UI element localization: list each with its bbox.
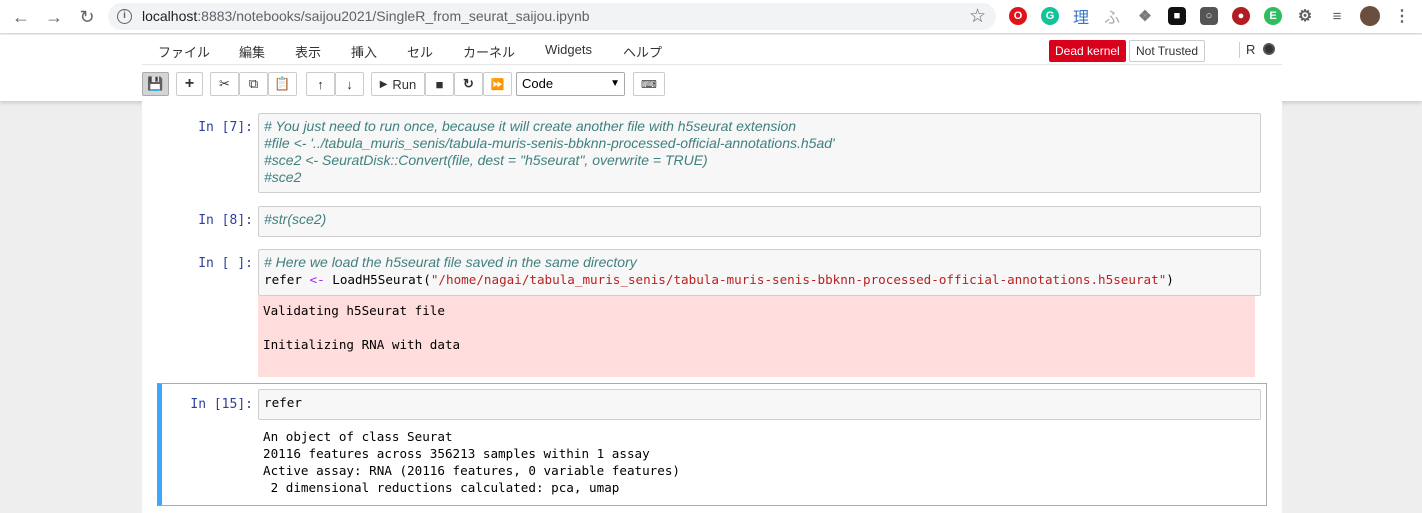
cell-type-select[interactable]: Code ▼ xyxy=(516,72,625,96)
keyboard-icon[interactable]: ⌨ xyxy=(633,72,665,96)
cut-icon[interactable]: ✂ xyxy=(210,72,239,96)
menubar: ファイル 編集 表示 挿入 セル カーネル Widgets ヘルプ Dead k… xyxy=(142,35,1282,65)
kernel-name: R xyxy=(1239,42,1255,58)
move-down-icon[interactable]: ↓ xyxy=(335,72,364,96)
code-line: # You just need to run once, because it … xyxy=(264,118,797,134)
code-line: # Here we load the h5seurat file saved i… xyxy=(264,254,637,270)
code-editor[interactable]: # Here we load the h5seurat file saved i… xyxy=(258,249,1261,296)
stderr-output: Validating h5Seurat file Initializing RNA… xyxy=(258,296,1255,377)
menu-cell[interactable]: セル xyxy=(407,42,433,61)
kanji-extension-icon[interactable]: 理 xyxy=(1072,7,1090,27)
code-line: refer xyxy=(264,395,302,410)
restart-icon[interactable]: ↻ xyxy=(454,72,483,96)
code-editor[interactable]: # You just need to run once, because it … xyxy=(258,113,1261,193)
restart-run-all-icon[interactable]: ⏩ xyxy=(483,72,512,96)
bookmark-star-icon[interactable]: ☆ xyxy=(969,5,986,28)
input-prompt: In [ ]: xyxy=(198,256,253,271)
site-info-icon[interactable]: i xyxy=(117,9,132,24)
input-prompt: In [8]: xyxy=(198,213,253,228)
menu-view[interactable]: 表示 xyxy=(295,42,321,61)
profile-avatar[interactable] xyxy=(1360,6,1380,26)
code-cell[interactable]: In [ ]: # Here we load the h5seurat file… xyxy=(157,249,1267,377)
browser-menu-icon[interactable]: ⋮ xyxy=(1393,7,1411,25)
save-icon[interactable]: 💾 xyxy=(142,72,169,96)
chat-extension-icon[interactable]: ○ xyxy=(1200,7,1218,25)
code-line: refer <- LoadH5Seurat("/home/nagai/tabul… xyxy=(264,271,1255,288)
code-line: #str(sce2) xyxy=(264,211,327,227)
reload-icon[interactable]: ↻ xyxy=(76,6,98,28)
code-function: LoadH5Seurat( xyxy=(324,272,431,287)
move-up-icon[interactable]: ↑ xyxy=(306,72,335,96)
dropbox-extension-icon[interactable]: ❖ xyxy=(1136,7,1154,25)
menu-edit[interactable]: 編集 xyxy=(239,42,265,61)
chevron-down-icon: ▼ xyxy=(610,78,620,89)
code-string: "/home/nagai/tabula_muris_senis/tabula-m… xyxy=(430,272,1167,287)
grammarly-extension-icon[interactable]: G xyxy=(1041,7,1059,25)
output-line: 2 dimensional reductions calculated: pca… xyxy=(263,480,620,495)
code-line: #file <- '../tabula_muris_senis/tabula-m… xyxy=(264,135,835,151)
back-icon[interactable]: ← xyxy=(10,6,32,28)
output-line: An object of class Seurat xyxy=(263,429,453,444)
jupyter-header: ファイル 編集 表示 挿入 セル カーネル Widgets ヘルプ Dead k… xyxy=(0,35,1422,101)
notion-extension-icon[interactable]: ■ xyxy=(1168,7,1186,25)
code-paren: ) xyxy=(1166,272,1174,287)
paste-icon[interactable]: 📋 xyxy=(268,72,297,96)
code-line: #sce2 <- SeuratDisk::Convert(file, dest … xyxy=(264,152,708,168)
output-line: 20116 features across 356213 samples wit… xyxy=(263,446,650,461)
opera-extension-icon[interactable]: O xyxy=(1009,7,1027,25)
code-cell-selected[interactable]: In [15]: refer An object of class Seurat… xyxy=(157,389,1267,499)
browser-toolbar: ← → ↻ i localhost:8883/notebooks/saijou2… xyxy=(0,0,1422,34)
code-operator: <- xyxy=(309,272,325,287)
kernel-indicator-icon xyxy=(1263,43,1275,55)
evernote-extension-icon[interactable]: E xyxy=(1264,7,1282,25)
insert-cell-icon[interactable]: + xyxy=(176,72,203,96)
url-text[interactable]: localhost:8883/notebooks/saijou2021/Sing… xyxy=(142,8,590,24)
menu-kernel[interactable]: カーネル xyxy=(463,42,515,61)
code-line: #sce2 xyxy=(264,169,302,185)
extensions-puzzle-icon[interactable]: ⚙ xyxy=(1296,7,1314,25)
code-variable: refer xyxy=(264,272,310,287)
play-icon: ▶ xyxy=(379,78,388,90)
address-bar[interactable]: i localhost:8883/notebooks/saijou2021/Si… xyxy=(108,3,996,30)
kernel-status-badge[interactable]: Dead kernel xyxy=(1049,40,1126,62)
menu-insert[interactable]: 挿入 xyxy=(351,42,377,61)
run-button[interactable]: ▶ Run xyxy=(371,72,425,96)
stop-icon[interactable]: ■ xyxy=(425,72,454,96)
code-editor[interactable]: #str(sce2) xyxy=(258,206,1261,237)
input-prompt: In [15]: xyxy=(190,397,253,412)
forward-icon[interactable]: → xyxy=(43,6,65,28)
cell-output: An object of class Seurat 20116 features … xyxy=(258,422,1255,500)
notebook-container: In [7]: # You just need to run once, bec… xyxy=(142,101,1282,513)
code-editor[interactable]: refer xyxy=(258,389,1261,420)
input-prompt: In [7]: xyxy=(198,120,253,135)
trust-status-button[interactable]: Not Trusted xyxy=(1129,40,1206,62)
code-cell[interactable]: In [8]: #str(sce2) xyxy=(157,206,1267,237)
menu-widgets[interactable]: Widgets xyxy=(545,42,592,57)
reading-list-icon[interactable]: ≡ xyxy=(1328,7,1346,25)
output-line: Initializing RNA with data xyxy=(263,337,461,352)
run-label: Run xyxy=(392,76,417,92)
record-extension-icon[interactable]: ● xyxy=(1232,7,1250,25)
code-cell[interactable]: In [7]: # You just need to run once, bec… xyxy=(157,113,1267,193)
menu-file[interactable]: ファイル xyxy=(158,42,210,61)
notebook-toolbar: 💾 + ✂ ⧉ 📋 ↑ ↓ ▶ Run ■ ↻ ⏩ Code ▼ ⌨ xyxy=(142,71,1282,99)
menu-help[interactable]: ヘルプ xyxy=(623,42,662,61)
output-line: Validating h5Seurat file xyxy=(263,303,445,318)
copy-icon[interactable]: ⧉ xyxy=(239,72,268,96)
furigana-extension-icon[interactable]: ふ xyxy=(1103,7,1121,27)
output-line: Active assay: RNA (20116 features, 0 var… xyxy=(263,463,681,478)
